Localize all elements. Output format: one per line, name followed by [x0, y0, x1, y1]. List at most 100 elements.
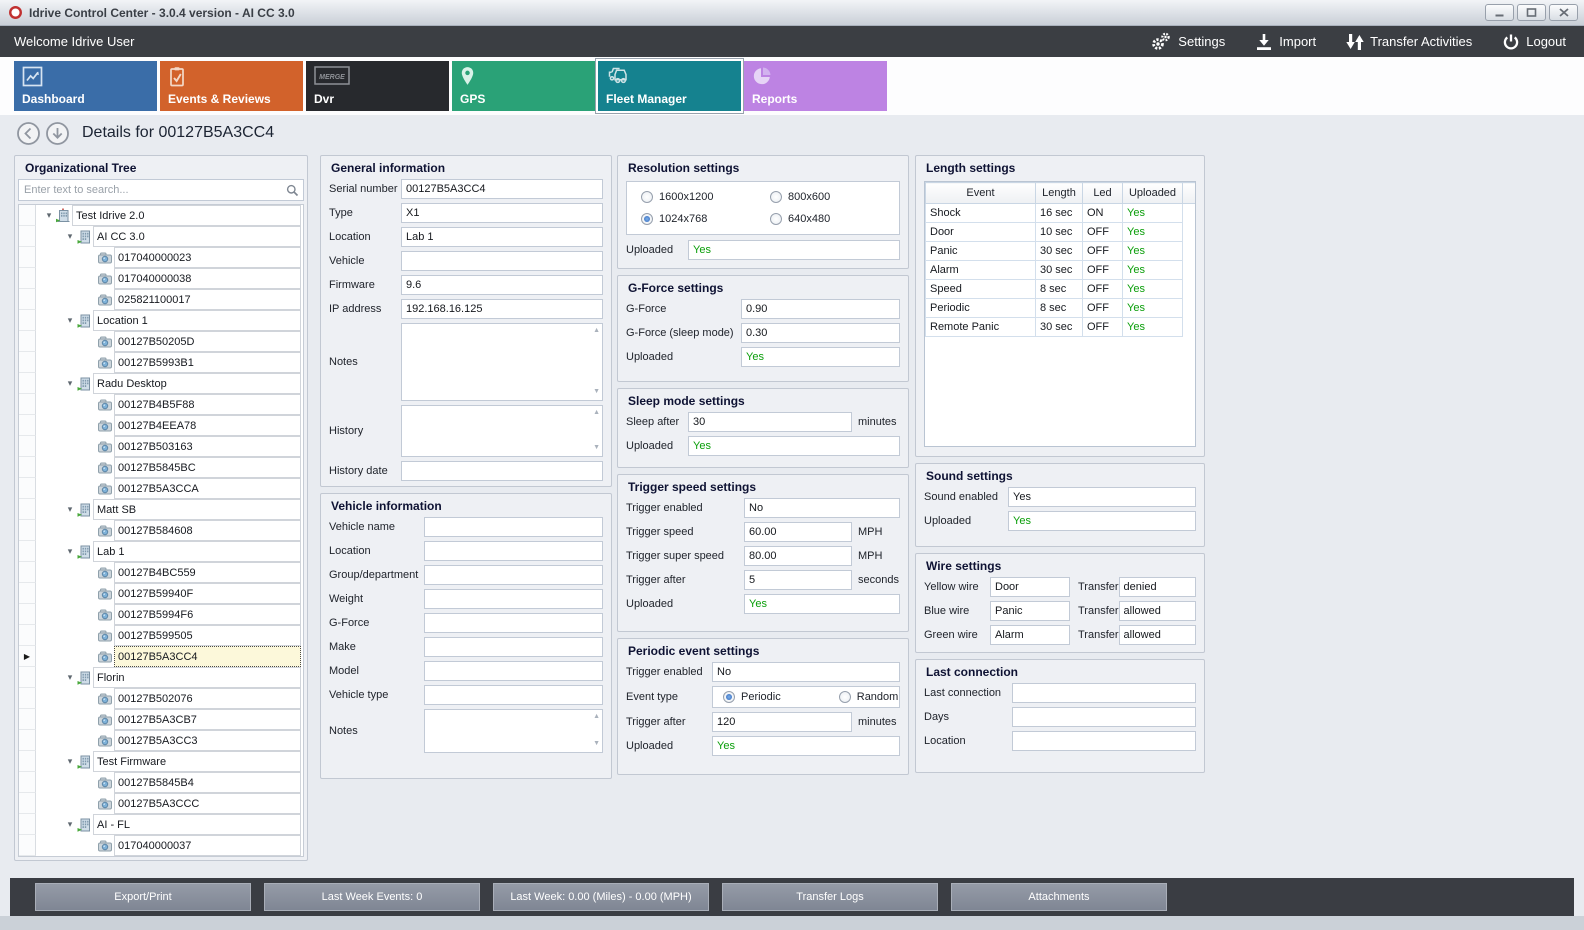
- scroll-down-icon[interactable]: ▼: [593, 444, 600, 451]
- blue-wire-transfer-field[interactable]: [1119, 601, 1196, 621]
- column-header-event[interactable]: Event: [926, 183, 1036, 204]
- settings-button[interactable]: Settings: [1149, 31, 1225, 52]
- tree-node-00127b4bc559[interactable]: 00127B4BC559: [19, 562, 303, 583]
- tree-node-ai-fl[interactable]: ▾AI - FL: [19, 814, 303, 835]
- vehicle-field[interactable]: [401, 251, 603, 271]
- tab-events-reviews[interactable]: Events & Reviews: [160, 61, 303, 111]
- scroll-down-icon[interactable]: ▼: [593, 388, 600, 395]
- column-header-led[interactable]: Led: [1083, 183, 1123, 204]
- trigger-after-field[interactable]: [744, 570, 852, 590]
- location-field[interactable]: [424, 541, 603, 561]
- maximize-button[interactable]: [1517, 4, 1546, 21]
- tree-node-00127b599505[interactable]: 00127B599505: [19, 625, 303, 646]
- radio-option-800x600[interactable]: 800x600: [770, 191, 899, 203]
- length-row-shock[interactable]: Shock16 secONYes: [926, 204, 1196, 223]
- tree-node-00127b5a3cc3[interactable]: 00127B5A3CC3: [19, 730, 303, 751]
- close-button[interactable]: [1549, 4, 1578, 21]
- tree-node-00127b584608[interactable]: 00127B584608: [19, 520, 303, 541]
- history-textarea[interactable]: [401, 405, 603, 457]
- serial-number-field[interactable]: [401, 179, 603, 199]
- tree-node-00127b50205d[interactable]: 00127B50205D: [19, 331, 303, 352]
- blue-wire-field[interactable]: [990, 601, 1070, 621]
- model-field[interactable]: [424, 661, 603, 681]
- expand-down-circle-button[interactable]: [45, 121, 70, 146]
- yellow-wire-field[interactable]: [990, 577, 1070, 597]
- vehicle-type-field[interactable]: [424, 685, 603, 705]
- transfer-logs-button[interactable]: Transfer Logs: [722, 883, 938, 911]
- tree-node-00127b5a3cc4[interactable]: ▶00127B5A3CC4: [19, 646, 303, 667]
- expander-icon[interactable]: ▾: [64, 231, 76, 242]
- firmware-field[interactable]: [401, 275, 603, 295]
- import-button[interactable]: Import: [1255, 31, 1316, 52]
- green-wire-transfer-field[interactable]: [1119, 625, 1196, 645]
- tree-node-017040000037[interactable]: 017040000037: [19, 835, 303, 856]
- expander-icon[interactable]: ▾: [64, 315, 76, 326]
- scroll-up-icon[interactable]: ▲: [593, 409, 600, 416]
- logout-button[interactable]: Logout: [1502, 31, 1566, 52]
- tree-node-025821100017[interactable]: 025821100017: [19, 289, 303, 310]
- expander-icon[interactable]: ▾: [64, 504, 76, 515]
- tree-node-matt-sb[interactable]: ▾Matt SB: [19, 499, 303, 520]
- tree-node-00127b5a3ccc[interactable]: 00127B5A3CCC: [19, 793, 303, 814]
- tab-dvr[interactable]: MERGEDvr: [306, 61, 449, 111]
- trigger-enabled-field[interactable]: [744, 498, 900, 518]
- expander-icon[interactable]: ▾: [64, 756, 76, 767]
- days-field[interactable]: [1012, 707, 1196, 727]
- column-header-uploaded[interactable]: Uploaded: [1123, 183, 1183, 204]
- g-force-sleep-mode-field[interactable]: [741, 323, 900, 343]
- search-icon[interactable]: [286, 184, 299, 197]
- group-department-field[interactable]: [424, 565, 603, 585]
- trigger-super-speed-field[interactable]: [744, 546, 852, 566]
- tree-node-00127b5845bc[interactable]: 00127B5845BC: [19, 457, 303, 478]
- sleep-after-field[interactable]: [688, 412, 852, 432]
- tree-node-00127b5a3cca[interactable]: 00127B5A3CCA: [19, 478, 303, 499]
- radio-option-1600x1200[interactable]: 1600x1200: [641, 191, 770, 203]
- g-force-field[interactable]: [424, 613, 603, 633]
- export-print-button[interactable]: Export/Print: [35, 883, 251, 911]
- tree-node-00127b4eea78[interactable]: 00127B4EEA78: [19, 415, 303, 436]
- g-force-field[interactable]: [741, 299, 900, 319]
- expander-icon[interactable]: ▾: [64, 672, 76, 683]
- scroll-down-icon[interactable]: ▼: [593, 740, 600, 747]
- location-field[interactable]: [401, 227, 603, 247]
- tree-node-00127b5845b4[interactable]: 00127B5845B4: [19, 772, 303, 793]
- expander-icon[interactable]: ▾: [43, 210, 55, 221]
- transfer-activities-button[interactable]: Transfer Activities: [1346, 31, 1472, 52]
- expander-icon[interactable]: ▾: [64, 546, 76, 557]
- tree-node-ai-cc-3-0[interactable]: ▾AI CC 3.0: [19, 226, 303, 247]
- length-row-alarm[interactable]: Alarm30 secOFFYes: [926, 261, 1196, 280]
- last-week-0-00-miles-0-00-mph-button[interactable]: Last Week: 0.00 (Miles) - 0.00 (MPH): [493, 883, 709, 911]
- trigger-after-field[interactable]: [712, 712, 852, 732]
- yellow-wire-transfer-field[interactable]: [1119, 577, 1196, 597]
- tree-node-00127b5994f6[interactable]: 00127B5994F6: [19, 604, 303, 625]
- radio-option-random[interactable]: Random: [839, 691, 899, 703]
- tree-node-florin[interactable]: ▾Florin: [19, 667, 303, 688]
- tab-dashboard[interactable]: Dashboard: [14, 61, 157, 111]
- tab-reports[interactable]: Reports: [744, 61, 887, 111]
- tree-search-input[interactable]: [18, 179, 304, 201]
- length-row-remote-panic[interactable]: Remote Panic30 secOFFYes: [926, 318, 1196, 337]
- last-connection-field[interactable]: [1012, 683, 1196, 703]
- length-row-periodic[interactable]: Periodic8 secOFFYes: [926, 299, 1196, 318]
- tree-node-00127b5993b1[interactable]: 00127B5993B1: [19, 352, 303, 373]
- tree-node-00127b4b5f88[interactable]: 00127B4B5F88: [19, 394, 303, 415]
- back-circle-button[interactable]: [16, 121, 41, 146]
- history-date-field[interactable]: [401, 461, 603, 481]
- sound-enabled-field[interactable]: [1008, 487, 1196, 507]
- tree-node-00127b59940f[interactable]: 00127B59940F: [19, 583, 303, 604]
- ip-address-field[interactable]: [401, 299, 603, 319]
- minimize-button[interactable]: [1485, 4, 1514, 21]
- weight-field[interactable]: [424, 589, 603, 609]
- tree-node-test-idrive-2-0[interactable]: ▾Test Idrive 2.0: [19, 205, 303, 226]
- radio-option-1024x768[interactable]: 1024x768: [641, 213, 770, 225]
- length-row-panic[interactable]: Panic30 secOFFYes: [926, 242, 1196, 261]
- tree-node-radu-desktop[interactable]: ▾Radu Desktop: [19, 373, 303, 394]
- expander-icon[interactable]: ▾: [64, 378, 76, 389]
- tab-gps[interactable]: GPS: [452, 61, 595, 111]
- trigger-speed-field[interactable]: [744, 522, 852, 542]
- tree-node-00127b5a3cb7[interactable]: 00127B5A3CB7: [19, 709, 303, 730]
- tree-node-017040000038[interactable]: 017040000038: [19, 268, 303, 289]
- tab-fleet-manager[interactable]: Fleet Manager: [598, 61, 741, 111]
- length-row-speed[interactable]: Speed8 secOFFYes: [926, 280, 1196, 299]
- expander-icon[interactable]: ▾: [64, 819, 76, 830]
